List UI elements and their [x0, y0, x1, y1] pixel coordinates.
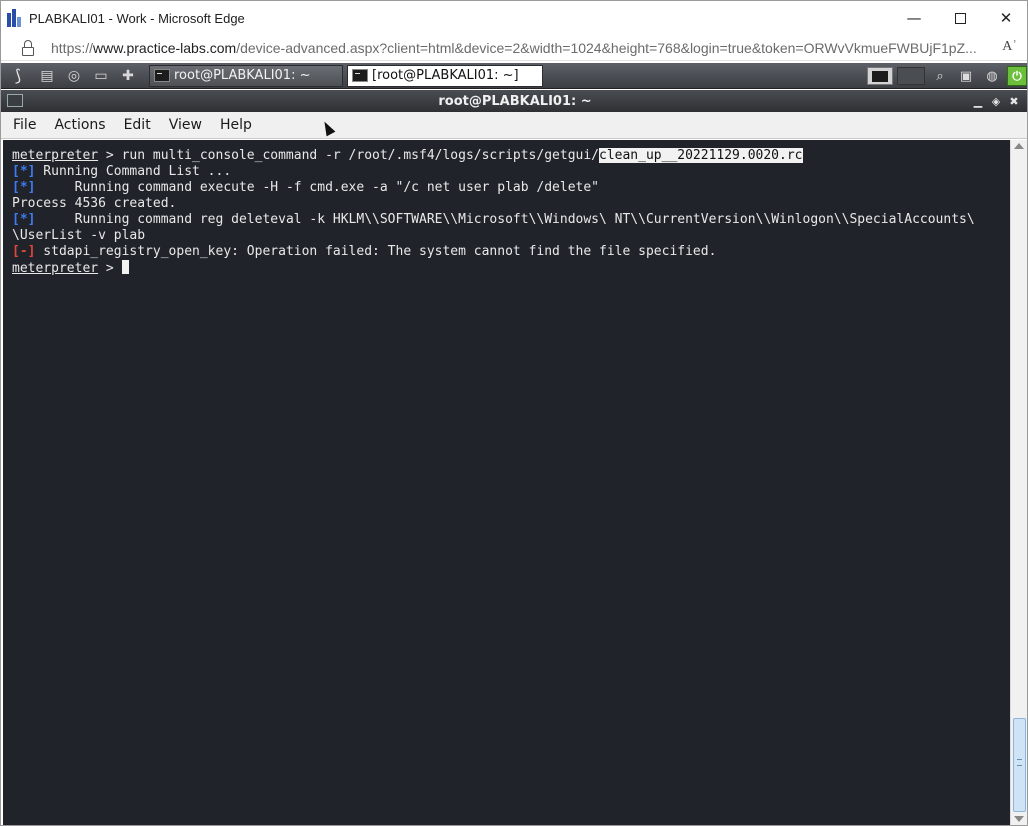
- add-launcher-icon[interactable]: ✚: [117, 66, 139, 86]
- terminal-line: \UserList -v plab: [12, 228, 1010, 244]
- terminal-line: [*] Running command reg deleteval -k HKL…: [12, 212, 1010, 228]
- output-text: Running Command List ...: [35, 164, 232, 179]
- file-manager-icon[interactable]: ▤: [36, 66, 58, 86]
- terminal-line: Process 4536 created.: [12, 196, 1010, 212]
- practice-labs-logo-icon: [7, 9, 23, 27]
- menu-file[interactable]: File: [13, 117, 36, 133]
- clipboard-icon[interactable]: ▣: [955, 66, 977, 86]
- minimize-button[interactable]: —: [891, 1, 937, 35]
- taskbar-task-label: root@PLABKALI01: ~: [174, 68, 311, 83]
- close-button[interactable]: ✕: [983, 1, 1027, 35]
- text-cursor: [121, 260, 129, 274]
- terminal-window-icon[interactable]: [7, 94, 23, 107]
- menu-view[interactable]: View: [169, 117, 202, 133]
- selected-text: clean_up__20221129.0020.rc: [599, 148, 803, 163]
- maximize-icon: [954, 12, 966, 24]
- browser-title-bar: PLABKALI01 - Work - Microsoft Edge — ✕: [1, 1, 1027, 35]
- url-prefix: https://: [51, 39, 94, 56]
- url-path: /device-advanced.aspx?client=html&device…: [236, 39, 977, 56]
- system-tray: ⌕ ▣ ◍ ⏻: [867, 65, 1027, 87]
- output-text: Running command execute -H -f cmd.exe -a…: [35, 180, 600, 195]
- browser-launcher-icon[interactable]: ◎: [63, 66, 85, 86]
- terminal-line: [-] stdapi_registry_open_key: Operation …: [12, 244, 1010, 260]
- command-text: > run multi_console_command -r /root/.ms…: [98, 148, 599, 163]
- url-field[interactable]: https://www.practice-labs.com/device-adv…: [51, 40, 989, 56]
- tray-terminal-icon[interactable]: [867, 67, 893, 85]
- terminal-line: meterpreter > run multi_console_command …: [12, 148, 1010, 164]
- terminal-line: [*] Running command execute -H -f cmd.ex…: [12, 180, 1010, 196]
- menu-help[interactable]: Help: [220, 117, 252, 133]
- terminal-icon: [154, 69, 170, 82]
- terminal-minimize-icon[interactable]: ▁: [969, 93, 987, 109]
- url-host: www.practice-labs.com: [93, 39, 237, 56]
- maximize-button[interactable]: [937, 1, 983, 35]
- terminal-menubar: File Actions Edit View Help: [1, 112, 1027, 139]
- screen: PLABKALI01 - Work - Microsoft Edge — ✕ h…: [0, 0, 1028, 826]
- terminal-close-icon[interactable]: ✖: [1005, 93, 1023, 109]
- taskbar-task-terminal-1[interactable]: root@PLABKALI01: ~: [149, 64, 343, 87]
- scroll-up-icon[interactable]: [1014, 143, 1024, 149]
- output-text: \UserList -v plab: [12, 228, 146, 243]
- kali-taskbar: ⟆ ▤ ◎ ▭ ✚ root@PLABKALI01: ~ [root@PLABK…: [1, 63, 1027, 89]
- command-text: >: [98, 261, 122, 276]
- tray-workspace[interactable]: [897, 67, 925, 85]
- taskbar-task-terminal-2[interactable]: [root@PLABKALI01: ~]: [347, 64, 543, 87]
- logout-icon[interactable]: ⏻: [1007, 66, 1027, 86]
- output-text: Process 4536 created.: [12, 196, 177, 211]
- notification-icon[interactable]: ◍: [981, 66, 1003, 86]
- info-tag: [*]: [12, 164, 36, 179]
- output-text: stdapi_registry_open_key: Operation fail…: [35, 244, 717, 259]
- terminal-title-bar: root@PLABKALI01: ~ ▁ ◈ ✖: [1, 90, 1027, 112]
- terminal-title: root@PLABKALI01: ~: [438, 93, 592, 109]
- menu-actions[interactable]: Actions: [54, 117, 105, 133]
- terminal-output[interactable]: meterpreter > run multi_console_command …: [3, 140, 1010, 825]
- meterpreter-prompt: meterpreter: [12, 261, 99, 276]
- search-icon[interactable]: ⌕: [929, 66, 951, 86]
- terminal-window-controls: ▁ ◈ ✖: [969, 93, 1023, 109]
- browser-window-title: PLABKALI01 - Work - Microsoft Edge: [29, 10, 245, 26]
- scroll-down-icon[interactable]: [1014, 816, 1024, 822]
- info-tag: [*]: [12, 212, 36, 227]
- error-tag: [-]: [12, 244, 36, 259]
- menu-edit[interactable]: Edit: [124, 117, 151, 133]
- read-aloud-icon[interactable]: Aʾ: [1002, 39, 1017, 55]
- kali-menu-icon[interactable]: ⟆: [5, 66, 31, 86]
- info-tag: [*]: [12, 180, 36, 195]
- terminal-scrollbar[interactable]: [1010, 140, 1027, 825]
- terminal-icon: [352, 69, 368, 82]
- taskbar-task-label: [root@PLABKALI01: ~]: [372, 68, 519, 83]
- window-controls: — ✕: [891, 1, 1027, 35]
- lock-icon[interactable]: [21, 39, 35, 56]
- terminal-line: [*] Running Command List ...: [12, 164, 1010, 180]
- terminal-line: meterpreter >: [12, 260, 1010, 276]
- output-text: Running command reg deleteval -k HKLM\\S…: [35, 212, 975, 227]
- meterpreter-prompt: meterpreter: [12, 148, 99, 163]
- terminal-maximize-icon[interactable]: ◈: [987, 93, 1005, 109]
- scrollbar-thumb[interactable]: [1013, 718, 1026, 812]
- address-bar: https://www.practice-labs.com/device-adv…: [1, 35, 1027, 61]
- show-desktop-icon[interactable]: ▭: [90, 66, 112, 86]
